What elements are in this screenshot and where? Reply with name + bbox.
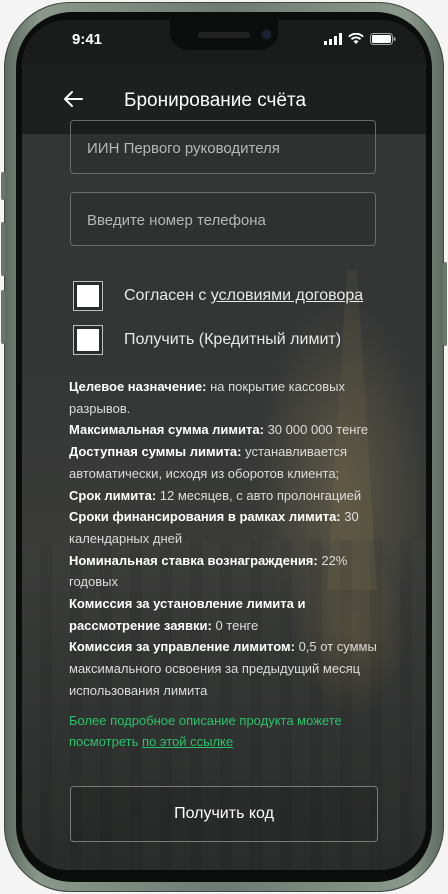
- credit-checkbox-row: Получить (Кредитный лимит): [73, 325, 342, 355]
- info-financing: Сроки финансирования в рамках лимита: 30…: [69, 506, 389, 549]
- credit-limit-checkbox[interactable]: [73, 325, 103, 355]
- battery-icon: [370, 33, 396, 45]
- front-camera: [262, 30, 271, 39]
- info-rate-label: Номинальная ставка вознаграждения:: [69, 552, 318, 568]
- agree-label-text: Согласен с: [124, 287, 211, 304]
- iin-field[interactable]: [70, 120, 376, 175]
- terms-link[interactable]: условиями договора: [211, 287, 363, 304]
- info-term: Срок лимита: 12 месяцев, с авто пролонга…: [69, 485, 389, 507]
- status-bar: 9:41: [22, 20, 426, 64]
- wifi-icon: [348, 33, 364, 44]
- info-max: Максимальная сумма лимита: 30 000 000 те…: [69, 419, 389, 441]
- info-fee-setup-value: 0 тенге: [211, 617, 259, 633]
- info-max-value: 30 000 000 тенге: [263, 422, 369, 438]
- info-financing-label: Сроки финансирования в рамках лимита:: [69, 509, 341, 525]
- volume-up-button: [1, 222, 5, 276]
- info-purpose-label: Целевое назначение:: [69, 379, 207, 394]
- agree-checkbox[interactable]: [73, 281, 103, 311]
- info-fee-setup: Комиссия за установление лимита и рассмо…: [69, 593, 389, 636]
- iin-input[interactable]: [85, 121, 369, 175]
- more-info-link[interactable]: по этой ссылке: [142, 734, 233, 749]
- info-available: Доступная суммы лимита: устанавливается …: [69, 441, 389, 484]
- info-fee-setup-label: Комиссия за установление лимита и рассмо…: [69, 596, 306, 633]
- product-info: Целевое назначение: на покрытие кассовых…: [69, 376, 389, 702]
- app-screen: 9:41 Бронирование счёта ИИН Первого руко…: [22, 20, 426, 870]
- more-info-text: Более подробное описание продукта можете…: [69, 710, 379, 752]
- get-code-button[interactable]: Получить код: [70, 786, 378, 842]
- info-term-label: Срок лимита:: [69, 487, 157, 503]
- info-rate: Номинальная ставка вознаграждения: 22% г…: [69, 550, 389, 593]
- credit-limit-label: Получить (Кредитный лимит): [124, 331, 342, 348]
- agree-checkbox-row: Согласен с условиями договора: [73, 281, 363, 311]
- info-term-value: 12 месяцев, с авто пролонгацией: [156, 487, 362, 503]
- info-available-label: Доступная суммы лимита:: [69, 444, 242, 460]
- info-fee-manage-label: Комиссия за управление лимитом:: [69, 639, 295, 655]
- volume-down-button: [1, 290, 5, 344]
- mute-switch: [1, 172, 5, 200]
- phone-input[interactable]: [85, 193, 369, 247]
- page-title: Бронирование счёта: [124, 90, 307, 111]
- back-arrow-icon[interactable]: [62, 88, 84, 110]
- info-max-label: Максимальная сумма лимита:: [69, 422, 264, 438]
- status-icons: [324, 33, 396, 45]
- agree-label: Согласен с условиями договора: [124, 287, 363, 305]
- speaker: [198, 32, 250, 38]
- phone-field[interactable]: [70, 192, 376, 247]
- info-purpose: Целевое назначение: на покрытие кассовых…: [69, 376, 389, 419]
- signal-icon: [324, 33, 342, 45]
- status-time: 9:41: [72, 31, 103, 48]
- power-button: [443, 262, 447, 346]
- info-fee-manage: Комиссия за управление лимитом: 0,5 от с…: [69, 636, 389, 701]
